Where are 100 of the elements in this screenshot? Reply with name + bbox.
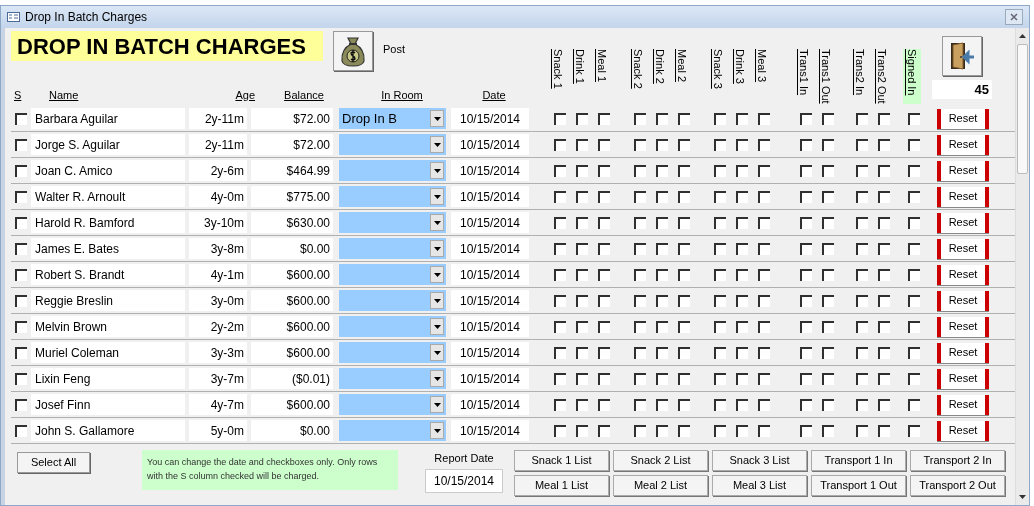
reset-button[interactable]: Reset bbox=[937, 342, 989, 363]
checkbox[interactable] bbox=[714, 164, 726, 177]
reset-button[interactable]: Reset bbox=[937, 160, 989, 181]
checkbox[interactable] bbox=[656, 242, 668, 255]
checkbox[interactable] bbox=[856, 268, 868, 281]
checkbox[interactable] bbox=[678, 216, 690, 229]
date-field[interactable]: 10/15/2014 bbox=[451, 238, 529, 259]
reset-button[interactable]: Reset bbox=[937, 238, 989, 259]
checkbox[interactable] bbox=[634, 398, 646, 411]
checkbox[interactable] bbox=[634, 190, 646, 203]
checkbox[interactable] bbox=[878, 112, 890, 125]
checkbox[interactable] bbox=[856, 138, 868, 151]
checkbox[interactable] bbox=[878, 424, 890, 437]
checkbox[interactable] bbox=[758, 190, 770, 203]
checkbox[interactable] bbox=[15, 216, 27, 229]
checkbox[interactable] bbox=[822, 320, 834, 333]
checkbox[interactable] bbox=[634, 346, 646, 359]
checkbox[interactable] bbox=[908, 424, 920, 437]
checkbox[interactable] bbox=[908, 398, 920, 411]
checkbox[interactable] bbox=[856, 346, 868, 359]
date-field[interactable]: 10/15/2014 bbox=[451, 420, 529, 441]
checkbox[interactable] bbox=[656, 268, 668, 281]
checkbox[interactable] bbox=[656, 294, 668, 307]
list-button[interactable]: Transport 2 Out bbox=[910, 475, 1005, 496]
checkbox[interactable] bbox=[15, 138, 27, 151]
checkbox[interactable] bbox=[822, 242, 834, 255]
checkbox[interactable] bbox=[576, 190, 588, 203]
checkbox[interactable] bbox=[908, 164, 920, 177]
checkbox[interactable] bbox=[554, 190, 566, 203]
checkbox[interactable] bbox=[656, 138, 668, 151]
checkbox[interactable] bbox=[758, 320, 770, 333]
checkbox[interactable] bbox=[758, 372, 770, 385]
date-field[interactable]: 10/15/2014 bbox=[451, 186, 529, 207]
checkbox[interactable] bbox=[678, 268, 690, 281]
checkbox[interactable] bbox=[908, 138, 920, 151]
checkbox[interactable] bbox=[758, 216, 770, 229]
date-field[interactable]: 10/15/2014 bbox=[451, 212, 529, 233]
checkbox[interactable] bbox=[714, 294, 726, 307]
checkbox[interactable] bbox=[598, 190, 610, 203]
room-dropdown[interactable]: Drop In B bbox=[339, 108, 446, 129]
checkbox[interactable] bbox=[678, 346, 690, 359]
checkbox[interactable] bbox=[714, 268, 726, 281]
checkbox[interactable] bbox=[598, 164, 610, 177]
checkbox[interactable] bbox=[554, 424, 566, 437]
checkbox[interactable] bbox=[15, 372, 27, 385]
checkbox[interactable] bbox=[878, 398, 890, 411]
checkbox[interactable] bbox=[856, 190, 868, 203]
checkbox[interactable] bbox=[800, 424, 812, 437]
checkbox[interactable] bbox=[598, 424, 610, 437]
checkbox[interactable] bbox=[856, 424, 868, 437]
checkbox[interactable] bbox=[878, 138, 890, 151]
checkbox[interactable] bbox=[15, 320, 27, 333]
checkbox[interactable] bbox=[822, 138, 834, 151]
checkbox[interactable] bbox=[656, 320, 668, 333]
reset-button[interactable]: Reset bbox=[937, 134, 989, 155]
date-field[interactable]: 10/15/2014 bbox=[451, 160, 529, 181]
checkbox[interactable] bbox=[598, 320, 610, 333]
checkbox[interactable] bbox=[736, 242, 748, 255]
reset-button[interactable]: Reset bbox=[937, 290, 989, 311]
checkbox[interactable] bbox=[598, 346, 610, 359]
date-field[interactable]: 10/15/2014 bbox=[451, 290, 529, 311]
checkbox[interactable] bbox=[656, 112, 668, 125]
checkbox[interactable] bbox=[678, 372, 690, 385]
checkbox[interactable] bbox=[908, 190, 920, 203]
list-button[interactable]: Snack 3 List bbox=[712, 450, 807, 471]
checkbox[interactable] bbox=[576, 138, 588, 151]
checkbox[interactable] bbox=[634, 424, 646, 437]
date-field[interactable]: 10/15/2014 bbox=[451, 108, 529, 129]
checkbox[interactable] bbox=[656, 164, 668, 177]
checkbox[interactable] bbox=[598, 216, 610, 229]
checkbox[interactable] bbox=[908, 268, 920, 281]
checkbox[interactable] bbox=[908, 294, 920, 307]
checkbox[interactable] bbox=[678, 164, 690, 177]
checkbox[interactable] bbox=[800, 294, 812, 307]
checkbox[interactable] bbox=[598, 294, 610, 307]
checkbox[interactable] bbox=[736, 372, 748, 385]
checkbox[interactable] bbox=[908, 346, 920, 359]
checkbox[interactable] bbox=[576, 268, 588, 281]
reset-button[interactable]: Reset bbox=[937, 186, 989, 207]
checkbox[interactable] bbox=[714, 424, 726, 437]
checkbox[interactable] bbox=[736, 164, 748, 177]
checkbox[interactable] bbox=[634, 164, 646, 177]
checkbox[interactable] bbox=[822, 268, 834, 281]
checkbox[interactable] bbox=[758, 138, 770, 151]
checkbox[interactable] bbox=[576, 320, 588, 333]
checkbox[interactable] bbox=[634, 216, 646, 229]
reset-button[interactable]: Reset bbox=[937, 368, 989, 389]
checkbox[interactable] bbox=[678, 294, 690, 307]
checkbox[interactable] bbox=[822, 164, 834, 177]
checkbox[interactable] bbox=[736, 346, 748, 359]
list-button[interactable]: Transport 1 In bbox=[811, 450, 906, 471]
checkbox[interactable] bbox=[714, 216, 726, 229]
date-field[interactable]: 10/15/2014 bbox=[451, 368, 529, 389]
date-field[interactable]: 10/15/2014 bbox=[451, 134, 529, 155]
checkbox[interactable] bbox=[736, 216, 748, 229]
list-button[interactable]: Meal 1 List bbox=[514, 475, 609, 496]
checkbox[interactable] bbox=[554, 346, 566, 359]
checkbox[interactable] bbox=[822, 398, 834, 411]
checkbox[interactable] bbox=[634, 242, 646, 255]
checkbox[interactable] bbox=[800, 112, 812, 125]
